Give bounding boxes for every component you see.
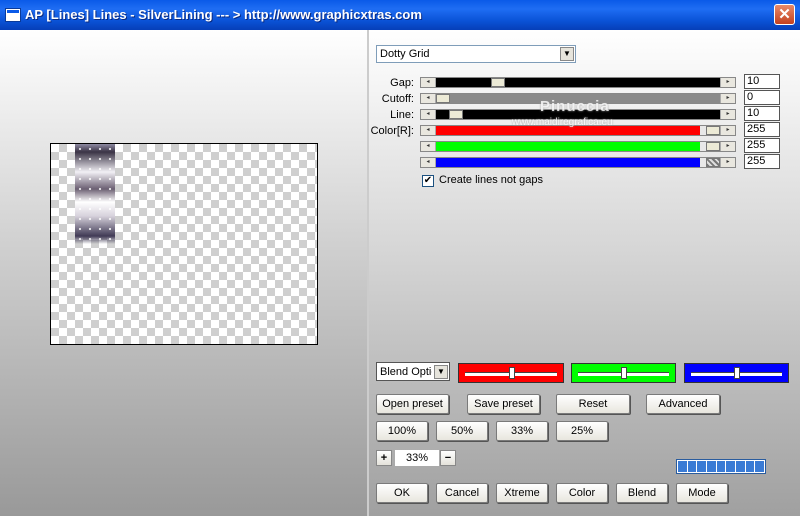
blend-button[interactable]: Blend bbox=[616, 483, 668, 503]
blue-slider-fill bbox=[436, 158, 700, 167]
gap-slider-thumb[interactable] bbox=[491, 78, 505, 87]
create-lines-label: Create lines not gaps bbox=[439, 174, 543, 186]
blend-options-value: Blend Options bbox=[380, 366, 432, 378]
gap-slider[interactable]: ◂ ▸ bbox=[420, 77, 736, 88]
blue-slider[interactable]: ◂ ▸ bbox=[420, 157, 736, 168]
window-icon bbox=[5, 8, 21, 22]
zoom-50-button[interactable]: 50% bbox=[436, 421, 488, 441]
color-button[interactable]: Color bbox=[556, 483, 608, 503]
arrow-right-icon[interactable]: ▸ bbox=[720, 158, 735, 167]
red-value[interactable]: 255 bbox=[744, 122, 780, 137]
zoom-25-button[interactable]: 25% bbox=[556, 421, 608, 441]
color-r-label: Color[R]: bbox=[370, 125, 414, 137]
window-title: AP [Lines] Lines - SilverLining --- > ht… bbox=[25, 7, 422, 22]
open-preset-button[interactable]: Open preset bbox=[376, 394, 449, 414]
cutoff-value[interactable]: 0 bbox=[744, 90, 780, 105]
blue-slider-thumb[interactable] bbox=[706, 158, 720, 167]
arrow-left-icon[interactable]: ◂ bbox=[421, 142, 436, 151]
reset-button[interactable]: Reset bbox=[556, 394, 630, 414]
chevron-down-icon[interactable]: ▼ bbox=[434, 365, 448, 379]
arrow-right-icon[interactable]: ▸ bbox=[720, 78, 735, 87]
arrow-left-icon[interactable]: ◂ bbox=[421, 110, 436, 119]
green-slider-thumb[interactable] bbox=[706, 142, 720, 151]
red-slider-thumb[interactable] bbox=[706, 126, 720, 135]
line-slider-thumb[interactable] bbox=[449, 110, 463, 119]
arrow-right-icon[interactable]: ▸ bbox=[720, 126, 735, 135]
arrow-right-icon[interactable]: ▸ bbox=[720, 110, 735, 119]
filter-select[interactable]: Dotty Grid ▼ bbox=[376, 45, 576, 63]
zoom-out-button[interactable]: − bbox=[440, 450, 456, 466]
line-label: Line: bbox=[390, 109, 414, 121]
mode-button[interactable]: Mode bbox=[676, 483, 728, 503]
red-blend-slider[interactable] bbox=[458, 363, 564, 383]
save-preset-button[interactable]: Save preset bbox=[467, 394, 540, 414]
green-value[interactable]: 255 bbox=[744, 138, 780, 153]
xtreme-button[interactable]: Xtreme bbox=[496, 483, 548, 503]
arrow-left-icon[interactable]: ◂ bbox=[421, 94, 436, 103]
arrow-right-icon[interactable]: ▸ bbox=[720, 94, 735, 103]
green-blend-thumb[interactable] bbox=[621, 367, 627, 379]
close-button[interactable]: ✕ bbox=[774, 4, 795, 25]
gap-slider-fill bbox=[436, 78, 720, 87]
zoom-100-button[interactable]: 100% bbox=[376, 421, 428, 441]
blue-blend-slider[interactable] bbox=[684, 363, 789, 383]
create-lines-checkbox[interactable]: ✔ bbox=[422, 175, 434, 187]
green-blend-slider[interactable] bbox=[571, 363, 676, 383]
advanced-button[interactable]: Advanced bbox=[646, 394, 720, 414]
line-value[interactable]: 10 bbox=[744, 106, 780, 121]
ok-button[interactable]: OK bbox=[376, 483, 428, 503]
red-blend-thumb[interactable] bbox=[509, 367, 515, 379]
zoom-value[interactable]: 33% bbox=[395, 450, 439, 466]
progress-bar bbox=[676, 459, 766, 474]
zoom-33-button[interactable]: 33% bbox=[496, 421, 548, 441]
preview-streak bbox=[75, 144, 115, 244]
zoom-in-button[interactable]: + bbox=[376, 450, 392, 466]
preview-canvas[interactable] bbox=[50, 143, 318, 345]
cutoff-slider-thumb[interactable] bbox=[436, 94, 450, 103]
arrow-left-icon[interactable]: ◂ bbox=[421, 158, 436, 167]
green-slider-fill bbox=[436, 142, 700, 151]
filter-select-value: Dotty Grid bbox=[380, 48, 430, 60]
gap-label: Gap: bbox=[390, 77, 414, 89]
green-slider[interactable]: ◂ ▸ bbox=[420, 141, 736, 152]
title-bar: AP [Lines] Lines - SilverLining --- > ht… bbox=[0, 0, 800, 30]
chevron-down-icon[interactable]: ▼ bbox=[560, 47, 574, 61]
arrow-left-icon[interactable]: ◂ bbox=[421, 78, 436, 87]
arrow-left-icon[interactable]: ◂ bbox=[421, 126, 436, 135]
watermark-url: www.maidiregrafica.eu bbox=[512, 117, 613, 128]
gap-value[interactable]: 10 bbox=[744, 74, 780, 89]
blend-options-select[interactable]: Blend Options ▼ bbox=[376, 362, 450, 381]
cancel-button[interactable]: Cancel bbox=[436, 483, 488, 503]
watermark-name: Pinuccia bbox=[540, 98, 610, 115]
cutoff-label: Cutoff: bbox=[381, 93, 414, 105]
blue-value[interactable]: 255 bbox=[744, 154, 780, 169]
arrow-right-icon[interactable]: ▸ bbox=[720, 142, 735, 151]
blue-blend-thumb[interactable] bbox=[734, 367, 740, 379]
